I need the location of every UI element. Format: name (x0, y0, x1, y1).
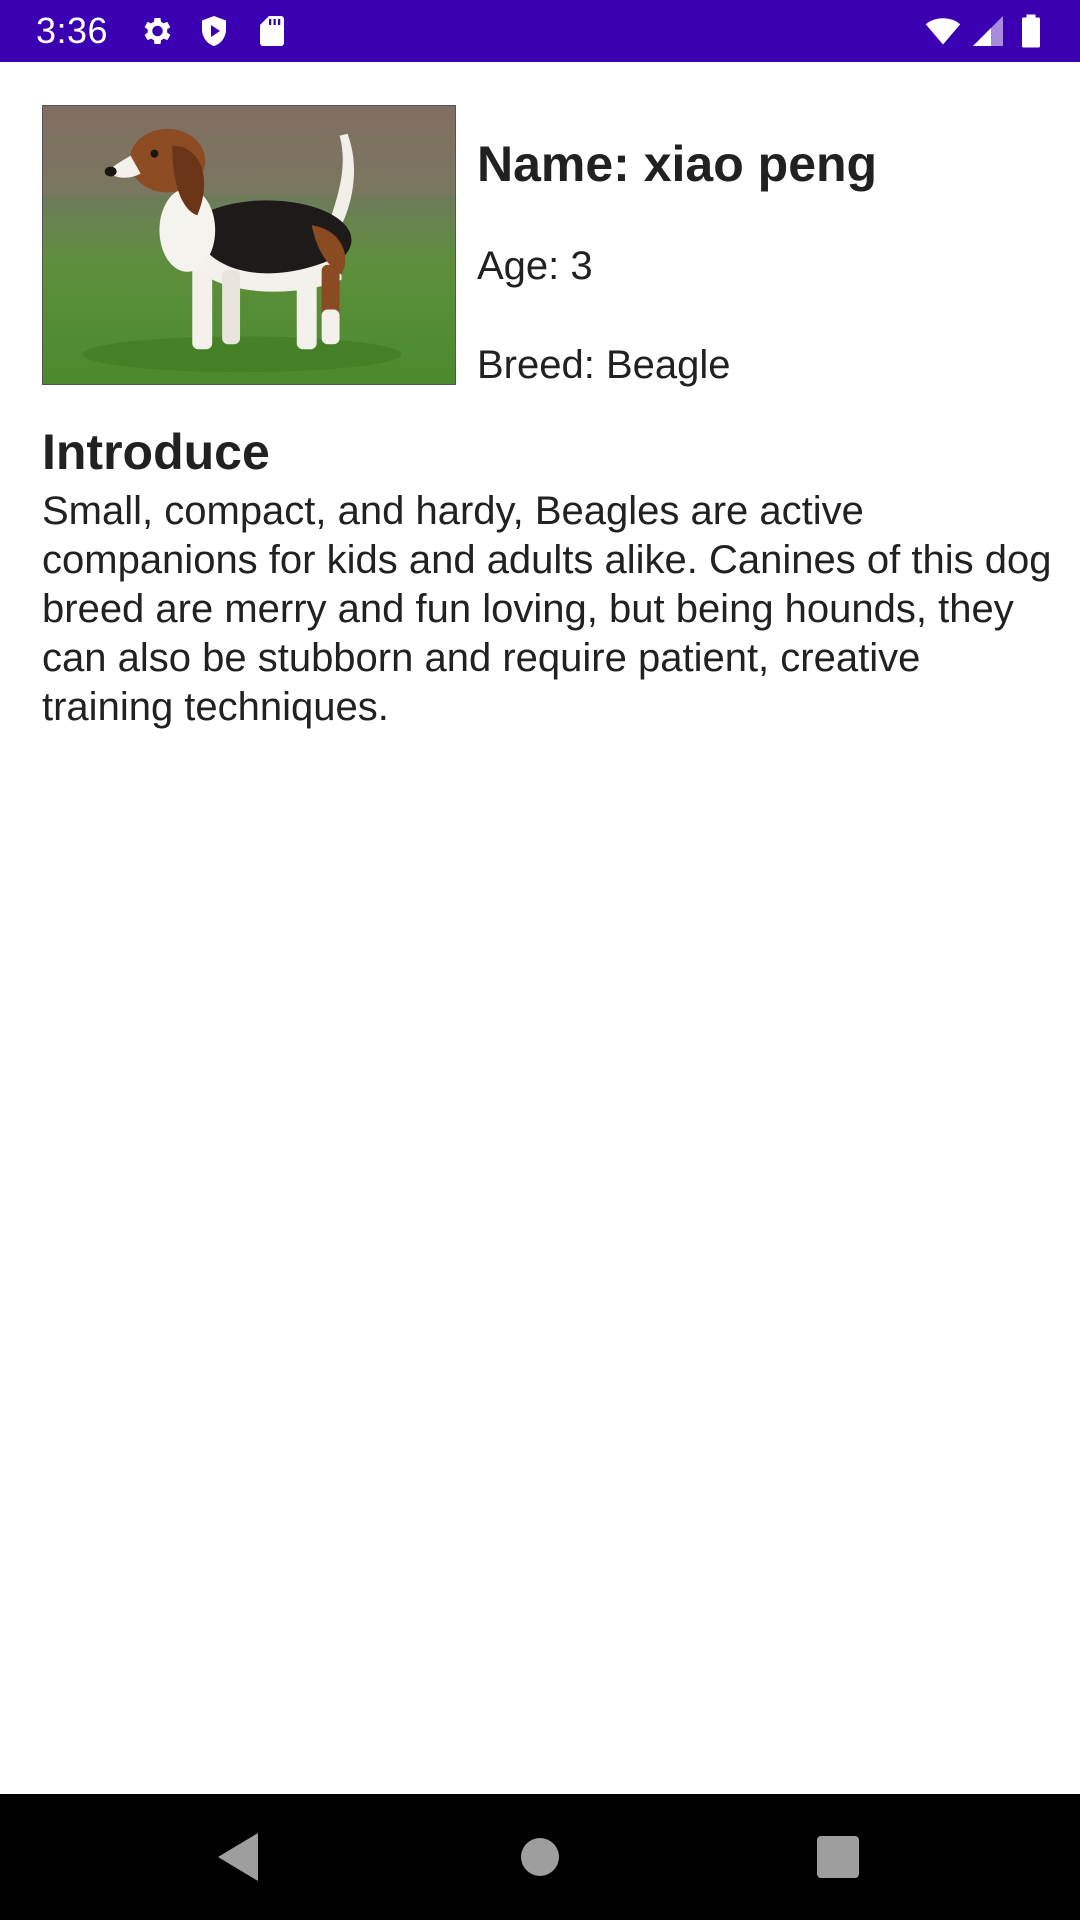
dog-breed: Breed: Beagle (477, 343, 731, 387)
introduce-body: Small, compact, and hardy, Beagles are a… (42, 489, 1052, 729)
wifi-icon (922, 13, 964, 49)
home-icon[interactable] (510, 1827, 570, 1887)
battery-icon (1014, 13, 1048, 49)
sd-card-icon (254, 13, 290, 49)
dog-detail-content: Name: xiao peng Age: 3 Breed: Beagle Int… (0, 62, 1080, 1794)
status-bar: 3:36 (0, 0, 1080, 62)
navigation-bar (0, 1794, 1080, 1920)
beagle-photo (42, 105, 456, 385)
gear-icon (138, 13, 174, 49)
introduce-heading: Introduce (42, 424, 270, 480)
dog-age: Age: 3 (477, 244, 593, 288)
recents-icon[interactable] (808, 1827, 868, 1887)
status-time: 3:36 (36, 10, 109, 51)
dog-name: Name: xiao peng (477, 136, 878, 192)
cell-signal-icon (970, 13, 1006, 49)
shield-play-icon (196, 13, 232, 49)
back-icon[interactable] (210, 1827, 270, 1887)
